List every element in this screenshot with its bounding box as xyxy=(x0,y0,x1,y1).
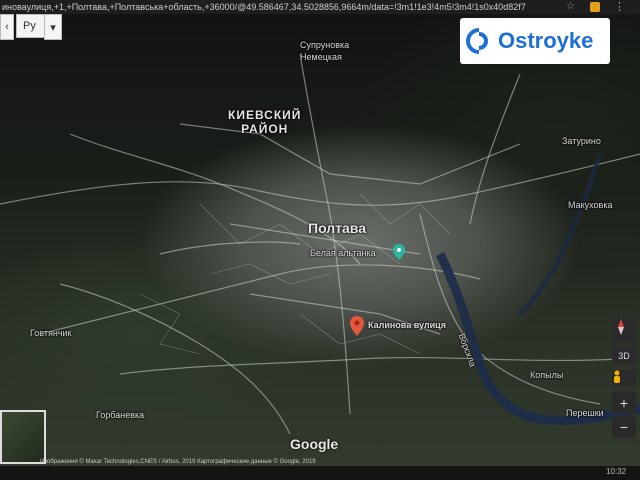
back-arrow-icon: ‹ xyxy=(5,21,9,33)
language-value: Ру xyxy=(23,20,36,32)
place-label-gorbanevka: Горбаневка xyxy=(96,410,145,420)
place-label-makuhovka: Макуховка xyxy=(568,200,613,210)
poi-label[interactable]: Белая альтанка xyxy=(310,248,376,258)
browser-menu-icon[interactable]: ⋮ xyxy=(614,0,625,14)
pin-label: Калинова вулиця xyxy=(368,320,446,330)
pegman-icon[interactable] xyxy=(612,370,636,386)
place-label-north-1: Супруновка xyxy=(300,40,350,50)
back-control[interactable]: ‹ xyxy=(0,14,14,40)
google-logo: Google xyxy=(290,436,339,452)
extension-icon[interactable] xyxy=(590,2,600,12)
clock: 10:32 xyxy=(606,467,627,476)
chevron-down-icon[interactable]: ▾ xyxy=(44,14,62,40)
poi-marker-icon[interactable] xyxy=(393,244,405,260)
place-label-zaturino: Затурино xyxy=(562,136,601,146)
url-text[interactable]: иноваулиця,+1,+Полтава,+Полтавська+облас… xyxy=(2,0,562,14)
map-attribution[interactable]: Изображения © Maxar Technologies,CNES / … xyxy=(40,459,316,465)
place-label-north-2: Немецкая xyxy=(300,52,342,62)
bookmark-star-icon[interactable]: ☆ xyxy=(566,0,575,14)
compass-icon xyxy=(618,319,624,335)
district-label-line2: РАЙОН xyxy=(241,122,289,136)
satellite-map[interactable]: КИЕВСКИЙ РАЙОН Супруновка Немецкая Затур… xyxy=(0,14,640,466)
zoom-in-button[interactable]: + xyxy=(612,392,636,414)
road-network xyxy=(0,53,640,435)
place-label-pereshki: Перешки xyxy=(566,408,604,418)
district-label-line1: КИЕВСКИЙ xyxy=(228,108,302,122)
brand-logo: Ostroyke xyxy=(460,18,610,64)
zoom-out-button[interactable]: − xyxy=(612,416,636,438)
address-bar[interactable]: иноваулиця,+1,+Полтава,+Полтавська+облас… xyxy=(0,0,640,14)
brand-name: Ostroyke xyxy=(498,28,594,53)
rotate-control[interactable] xyxy=(612,318,636,342)
place-label-govtyanchik: Говтянчик xyxy=(30,328,72,338)
ostroyke-logo-icon xyxy=(466,28,489,54)
layer-switcher-thumbnail[interactable] xyxy=(0,410,46,464)
city-label: Полтава xyxy=(308,220,367,236)
3d-button[interactable]: 3D xyxy=(612,348,636,364)
place-label-kopyly: Копылы xyxy=(530,370,564,380)
location-pin-icon[interactable] xyxy=(350,316,364,336)
taskbar xyxy=(0,466,640,480)
